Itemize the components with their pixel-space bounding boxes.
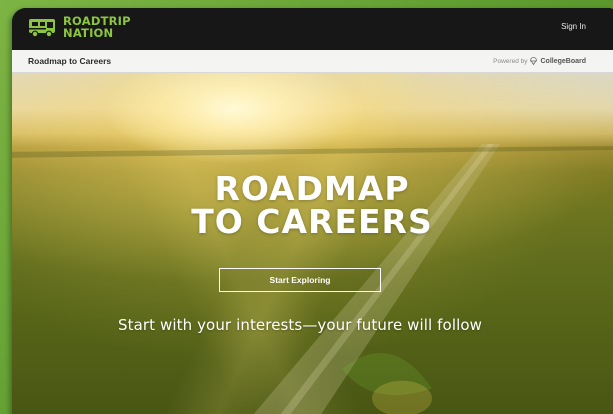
brand-line-2: NATION xyxy=(63,26,114,40)
top-navigation-bar: ROADTRIP NATION Sign In xyxy=(12,8,613,50)
hero-banner: ROADMAP TO CAREERS Start Exploring Start… xyxy=(12,73,613,414)
page-title[interactable]: Roadmap to Careers xyxy=(28,56,111,66)
powered-by-label: Powered by xyxy=(493,57,528,65)
country-road-image xyxy=(12,144,613,414)
start-exploring-button[interactable]: Start Exploring xyxy=(219,268,381,292)
sub-header-bar: Roadmap to Careers Powered by CollegeBoa… xyxy=(12,50,613,73)
hero-title-line-2: TO CAREERS xyxy=(191,202,433,241)
hero-title: ROADMAP TO CAREERS xyxy=(12,172,612,238)
hero-tagline: Start with your interests—your future wi… xyxy=(117,316,483,334)
rv-camper-icon xyxy=(29,19,55,38)
collegeboard-label: CollegeBoard xyxy=(540,57,586,65)
collegeboard-acorn-icon xyxy=(530,57,538,65)
brand-wordmark: ROADTRIP NATION xyxy=(63,15,131,39)
app-window: ROADTRIP NATION Sign In Roadmap to Caree… xyxy=(12,8,613,414)
powered-by-badge[interactable]: Powered by CollegeBoard xyxy=(493,57,586,65)
roadtrip-nation-logo[interactable]: ROADTRIP NATION xyxy=(28,15,131,39)
sign-in-link[interactable]: Sign In xyxy=(561,22,586,31)
hero-title-line-1: ROADMAP xyxy=(214,169,410,208)
